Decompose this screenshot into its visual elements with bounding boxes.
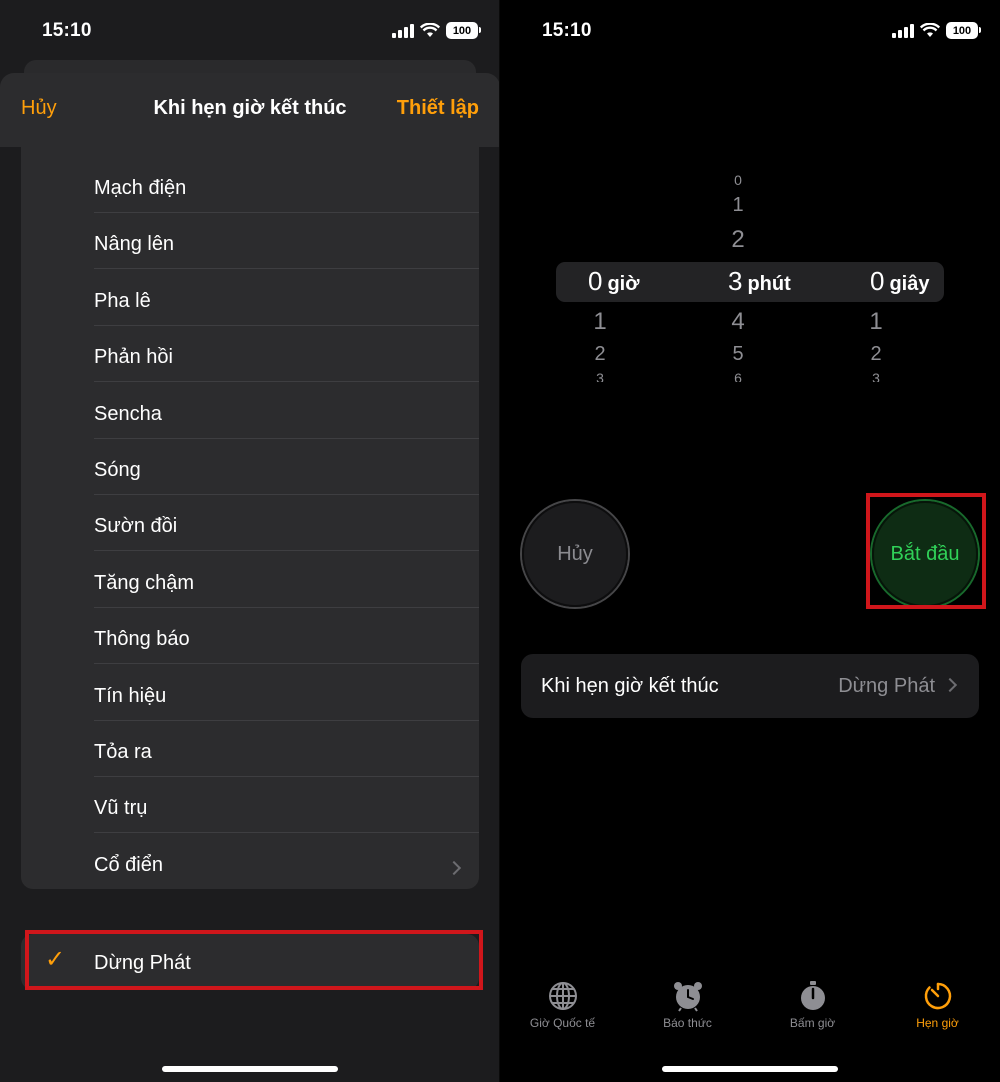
tone-item[interactable]: Sencha (21, 382, 479, 439)
status-bar: 15:10 100 (0, 0, 500, 60)
tone-label: Sườn đồi (94, 515, 178, 538)
checkmark-icon: ✓ (45, 946, 66, 973)
minutes-above: 2 (731, 226, 745, 253)
seconds-below: 3 (872, 370, 880, 382)
tab-label: Giờ Quốc tế (529, 1016, 596, 1030)
minutes-below: 4 (731, 308, 745, 335)
minutes-above: 1 (732, 194, 744, 216)
hours-below: 3 (596, 370, 604, 382)
hours-below: 1 (593, 308, 607, 335)
tone-item[interactable]: Nâng lên (21, 213, 479, 270)
status-time: 15:10 (542, 20, 592, 41)
tab-label: Bấm giờ (789, 1016, 836, 1030)
when-timer-ends-label: Khi hẹn giờ kết thúc (541, 675, 719, 697)
timer-screen: 15:10 100 0 giờ 1 2 3 0 1 2 3 phút 4 5 6… (500, 0, 1000, 1082)
hours-unit: giờ (607, 273, 640, 295)
minutes-below: 5 (732, 343, 744, 365)
tone-label: Vũ trụ (94, 797, 148, 820)
tone-label: Tăng chậm (94, 571, 195, 594)
stop-playing-label: Dừng Phát (94, 952, 191, 974)
seconds-selected: 0 giây (870, 266, 930, 297)
tone-label: Sóng (94, 458, 141, 481)
tab-timer[interactable]: Hẹn giờ (875, 980, 1000, 1030)
seconds-below: 2 (870, 343, 882, 365)
tone-picker-screen: 15:10 100 Hủy Khi hẹn giờ kết thúc Thiết… (0, 0, 500, 1082)
sheet-header: Hủy Khi hẹn giờ kết thúc Thiết lập (0, 73, 500, 147)
minutes-value: 3 (728, 266, 743, 296)
stopwatch-icon (800, 981, 825, 1010)
tone-item[interactable]: Thông báo (21, 608, 479, 665)
tone-label: Thông báo (94, 628, 190, 651)
globe-icon (548, 982, 577, 1010)
minutes-above: 0 (734, 172, 742, 188)
tone-item[interactable]: Mạch điện (21, 147, 479, 213)
when-timer-ends-row[interactable]: Khi hẹn giờ kết thúc Dừng Phát (521, 654, 979, 718)
timer-icon (924, 982, 951, 1010)
chevron-right-icon (446, 860, 462, 875)
duration-picker[interactable]: 0 giờ 1 2 3 0 1 2 3 phút 4 5 6 0 giây 1 2 (500, 160, 1000, 400)
start-button[interactable]: Bắt đầu (872, 501, 978, 607)
signal-icon (392, 23, 414, 38)
tone-label: Tỏa ra (94, 740, 152, 763)
tab-stopwatch[interactable]: Bấm giờ (750, 980, 875, 1030)
tone-label: Nâng lên (94, 233, 175, 256)
tone-list: Mạch điện Nâng lên Pha lê Phản hồi Sencha Són… (21, 147, 479, 889)
start-label: Bắt đầu (890, 542, 960, 565)
tab-label: Báo thức (663, 1016, 712, 1030)
signal-icon (892, 23, 914, 38)
tone-label: Cổ điển (94, 853, 163, 876)
battery-icon: 100 (946, 22, 981, 39)
tone-label: Tín hiệu (94, 684, 167, 707)
tone-item[interactable]: Tỏa ra (21, 721, 479, 777)
set-button[interactable]: Thiết lập (397, 97, 479, 120)
when-timer-ends-value: Dừng Phát (838, 675, 935, 697)
tone-item[interactable]: Vũ trụ (21, 777, 479, 834)
battery-icon: 100 (446, 22, 481, 39)
tone-item[interactable]: Cổ điển (21, 833, 479, 889)
status-bar: 15:10 100 (500, 0, 1000, 60)
chevron-right-icon (942, 677, 958, 693)
tab-label: Hẹn giờ (916, 1016, 959, 1030)
tone-item[interactable]: Sóng (21, 439, 479, 495)
seconds-value: 0 (870, 266, 885, 296)
tone-label: Mạch điện (94, 177, 187, 199)
tone-item[interactable]: Phản hồi (21, 326, 479, 383)
tone-label: Sencha (94, 402, 162, 425)
status-icons: 100 (892, 22, 981, 39)
status-time: 15:10 (42, 20, 92, 41)
wifi-icon (920, 23, 940, 37)
tab-bar: Giờ Quốc tế Báo thức Bấm giờ Hẹn giờ (500, 980, 1000, 1040)
tone-item[interactable]: Tín hiệu (21, 664, 479, 721)
timer-cancel-label: Hủy (557, 542, 593, 565)
minutes-selected: 3 phút (728, 266, 791, 297)
minutes-below: 6 (734, 370, 742, 382)
tab-alarm[interactable]: Báo thức (625, 980, 750, 1030)
tone-label: Phản hồi (94, 346, 173, 369)
timer-cancel-button[interactable]: Hủy (522, 501, 628, 607)
tone-item[interactable]: Tăng chậm (21, 551, 479, 608)
seconds-below: 1 (869, 308, 883, 335)
wifi-icon (420, 23, 440, 37)
seconds-unit: giây (889, 273, 930, 295)
tone-item[interactable]: Pha lê (21, 269, 479, 326)
status-icons: 100 (392, 22, 481, 39)
tone-item[interactable]: Sườn đồi (21, 495, 479, 552)
home-indicator (162, 1066, 338, 1072)
alarm-clock-icon (673, 982, 702, 1012)
minutes-unit: phút (747, 273, 791, 295)
hours-value: 0 (588, 266, 603, 296)
stop-playing-option[interactable]: ✓ Dừng Phát (21, 934, 479, 990)
tab-world-clock[interactable]: Giờ Quốc tế (500, 980, 625, 1030)
hours-selected: 0 giờ (588, 266, 639, 297)
tone-label: Pha lê (94, 289, 151, 312)
home-indicator (662, 1066, 838, 1072)
hours-below: 2 (594, 343, 606, 365)
